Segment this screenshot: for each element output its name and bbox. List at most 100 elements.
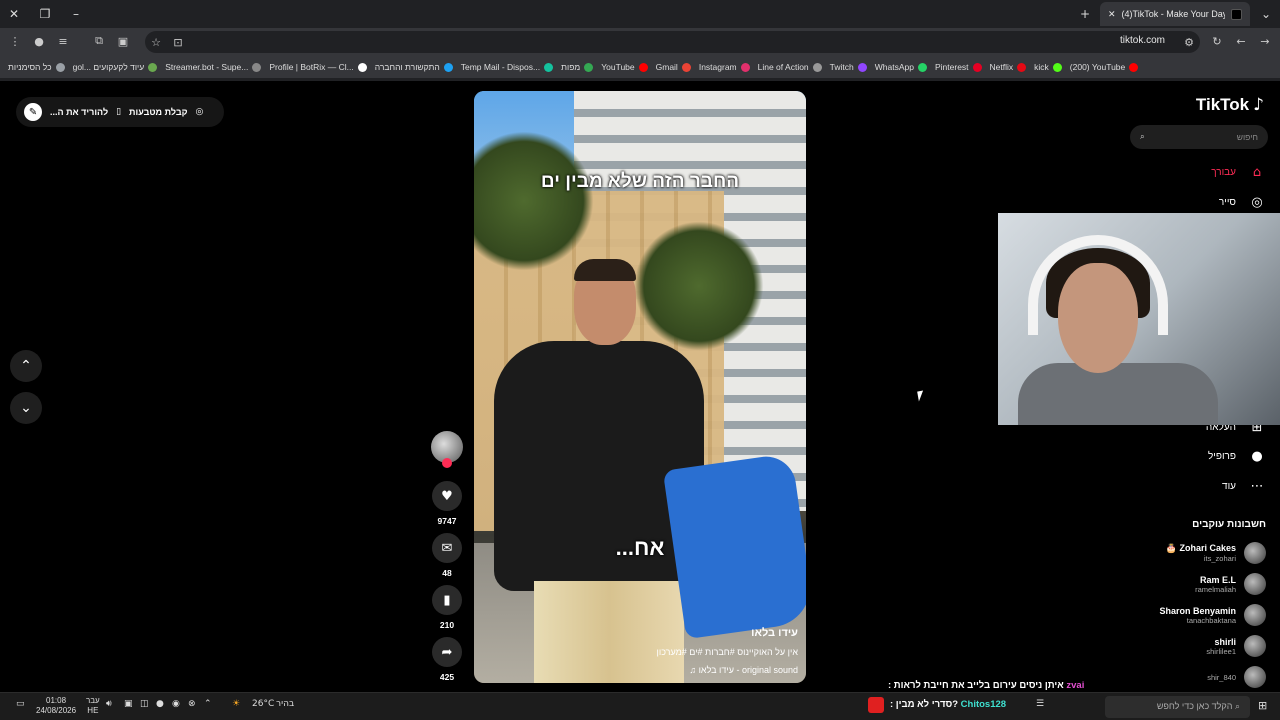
- extensions-icon[interactable]: ≡: [56, 34, 70, 48]
- site-settings-icon[interactable]: ⚙: [1182, 35, 1196, 49]
- video-description[interactable]: אין על האוקיינוס #חברות #ים #מערכון: [498, 647, 798, 657]
- language-bottom: HE: [87, 706, 99, 715]
- previous-video-button[interactable]: ⌃: [10, 350, 42, 382]
- search-icon[interactable]: ⌕: [1140, 132, 1145, 142]
- bookmark-item[interactable]: (200) YouTube: [1070, 62, 1139, 72]
- receive-coins-label[interactable]: קבלת מטבעות: [129, 107, 187, 117]
- bookmark-item[interactable]: Gmail: [656, 62, 691, 72]
- task-view-icon[interactable]: ☰: [1036, 699, 1044, 709]
- comment-action[interactable]: ✉ 48: [430, 533, 464, 578]
- reload-icon[interactable]: ↻: [1210, 34, 1224, 48]
- tab-menu-icon[interactable]: ⌄: [1256, 4, 1276, 24]
- language-indicator[interactable]: עבר HE: [86, 696, 100, 716]
- chevron-up-tray-icon[interactable]: ⌃: [204, 699, 212, 709]
- following-account[interactable]: Zohari Cakes 🎂 its_zohari: [1116, 542, 1266, 564]
- following-handle: shir_840: [1207, 672, 1236, 682]
- following-account[interactable]: shir_840: [1116, 666, 1266, 688]
- new-tab-icon[interactable]: +: [1075, 4, 1095, 24]
- network-icon[interactable]: ▣: [124, 699, 133, 709]
- bookmark-label: Gmail: [655, 62, 678, 72]
- sidebar-nav-item[interactable]: ● פרופיל: [1208, 447, 1266, 465]
- search-input[interactable]: חיפוש ⌕: [1130, 125, 1268, 149]
- following-account[interactable]: shirli shirlilee1: [1116, 635, 1266, 657]
- avatar[interactable]: [1244, 573, 1266, 595]
- bookmark-item[interactable]: kick: [1034, 62, 1062, 72]
- avatar[interactable]: [1244, 666, 1266, 688]
- close-window-icon[interactable]: ✕: [4, 4, 24, 24]
- weather-text[interactable]: בהיר: [276, 699, 294, 709]
- following-account[interactable]: Sharon Benyamin tanachbaktana: [1116, 604, 1266, 626]
- bookmark-item[interactable]: כל הסימניות: [8, 62, 65, 72]
- clock-time: 01:08: [46, 696, 67, 705]
- bookmark-item[interactable]: Pinterest: [935, 62, 982, 72]
- stream-chat-line-1: zvai איתן ניסים עירום בלייב את חייבת לרא…: [888, 680, 1084, 691]
- restore-window-icon[interactable]: ❐: [35, 4, 55, 24]
- bookmark-star-icon[interactable]: ☆: [149, 35, 163, 49]
- avatar[interactable]: [1244, 542, 1266, 564]
- creator-avatar-button[interactable]: [430, 431, 464, 468]
- install-app-icon[interactable]: ⊡: [171, 35, 185, 49]
- bookmark-item[interactable]: Line of Action: [758, 62, 822, 72]
- bookmark-item[interactable]: מפות: [561, 62, 594, 72]
- following-handle: tanachbaktana: [1186, 615, 1236, 625]
- app-icon[interactable]: [868, 697, 884, 713]
- tab-search-icon[interactable]: ⧉: [92, 34, 106, 48]
- start-windows-icon[interactable]: ⊞: [1258, 699, 1267, 712]
- bookmark-item[interactable]: התקשורת והחברה: [375, 62, 453, 72]
- next-video-button[interactable]: ⌄: [10, 392, 42, 424]
- weather-icon: ☀: [232, 699, 241, 709]
- bookmark-item[interactable]: Profile | BotRix — Cl...: [269, 62, 367, 72]
- back-icon[interactable]: →: [1258, 34, 1272, 48]
- bookmark-label: Twitch: [829, 62, 854, 72]
- save-action[interactable]: ▮ 210: [430, 585, 464, 630]
- bookmark-item[interactable]: Twitch: [830, 62, 867, 72]
- notifications-icon[interactable]: ▭: [16, 699, 25, 709]
- avatar[interactable]: [1244, 604, 1266, 626]
- translate-icon[interactable]: ▣: [116, 34, 130, 48]
- tray-app-icon[interactable]: ◉: [172, 699, 180, 709]
- tiktok-logo[interactable]: ♪ TikTok: [1196, 95, 1264, 115]
- bookmark-item[interactable]: WhatsApp: [875, 62, 927, 72]
- following-account[interactable]: Ram E.L ramelmaliah: [1116, 573, 1266, 595]
- bookmark-item[interactable]: Netflix: [990, 62, 1027, 72]
- taskbar-search-input[interactable]: ⌕ הקלד כאן כדי לחפש: [1105, 696, 1250, 718]
- bookmark-item[interactable]: Temp Mail - Dispos...: [461, 62, 554, 72]
- video-author[interactable]: עידו בלאו: [498, 627, 798, 639]
- omnibox[interactable]: ☆ ⊡ tiktok.com ⚙: [145, 31, 1200, 53]
- bookmark-item[interactable]: Streamer.bot - Supe...: [165, 62, 262, 72]
- heart-icon[interactable]: ♥: [432, 481, 462, 511]
- volume-icon[interactable]: 🔊︎: [106, 699, 112, 709]
- home-icon: ⌂: [1252, 164, 1262, 180]
- clock[interactable]: 01:08 24/08/2026: [36, 696, 76, 716]
- comment-icon[interactable]: ✉: [432, 533, 462, 563]
- download-app-label[interactable]: להוריד את ה...: [50, 107, 108, 117]
- download-app-pill[interactable]: ◎ קבלת מטבעות ▯ להוריד את ה... ✎: [16, 97, 224, 127]
- video-player[interactable]: החבר הזה שלא מבין ים אח... עידו בלאו אין…: [474, 91, 806, 683]
- minimize-window-icon[interactable]: –: [66, 4, 86, 24]
- follow-plus-icon[interactable]: [442, 458, 452, 468]
- sidebar-nav-item[interactable]: ⋯ עוד: [1222, 477, 1266, 495]
- video-sound[interactable]: original sound - עידו בלאו ♫: [498, 665, 798, 675]
- microphone-icon[interactable]: ●: [156, 699, 164, 709]
- tab-tiktok[interactable]: ✕ (4)TikTok - Make Your Day: [1100, 2, 1250, 26]
- tray-icon[interactable]: ◫: [140, 699, 149, 709]
- avatar[interactable]: [1244, 635, 1266, 657]
- bookmark-icon[interactable]: ▮: [432, 585, 462, 615]
- weather-temp[interactable]: 26°C: [252, 699, 274, 709]
- bookmark-item[interactable]: Instagram: [699, 62, 750, 72]
- url-text[interactable]: tiktok.com: [1120, 35, 1165, 46]
- like-action[interactable]: ♥ 9747: [430, 481, 464, 526]
- bookmark-item[interactable]: gol... עיוד לקעקועים: [73, 62, 158, 72]
- bookmark-item[interactable]: YouTube: [601, 62, 648, 72]
- share-action[interactable]: ➦ 425: [430, 637, 464, 682]
- share-arrow-icon[interactable]: ➦: [432, 637, 462, 667]
- profile-avatar-icon[interactable]: ●: [32, 34, 46, 48]
- tab-close-icon[interactable]: ✕: [1108, 9, 1116, 20]
- sidebar-nav-item[interactable]: ◎ סייר: [1219, 193, 1266, 211]
- menu-dots-icon[interactable]: ⋮: [8, 34, 22, 48]
- forward-icon[interactable]: ←: [1234, 34, 1248, 48]
- following-handle: shirlilee1: [1206, 646, 1236, 656]
- tray-app-icon[interactable]: ⊗: [188, 699, 196, 709]
- sidebar-nav-item[interactable]: ⌂ עבורך: [1211, 163, 1266, 181]
- avatar[interactable]: [431, 431, 463, 468]
